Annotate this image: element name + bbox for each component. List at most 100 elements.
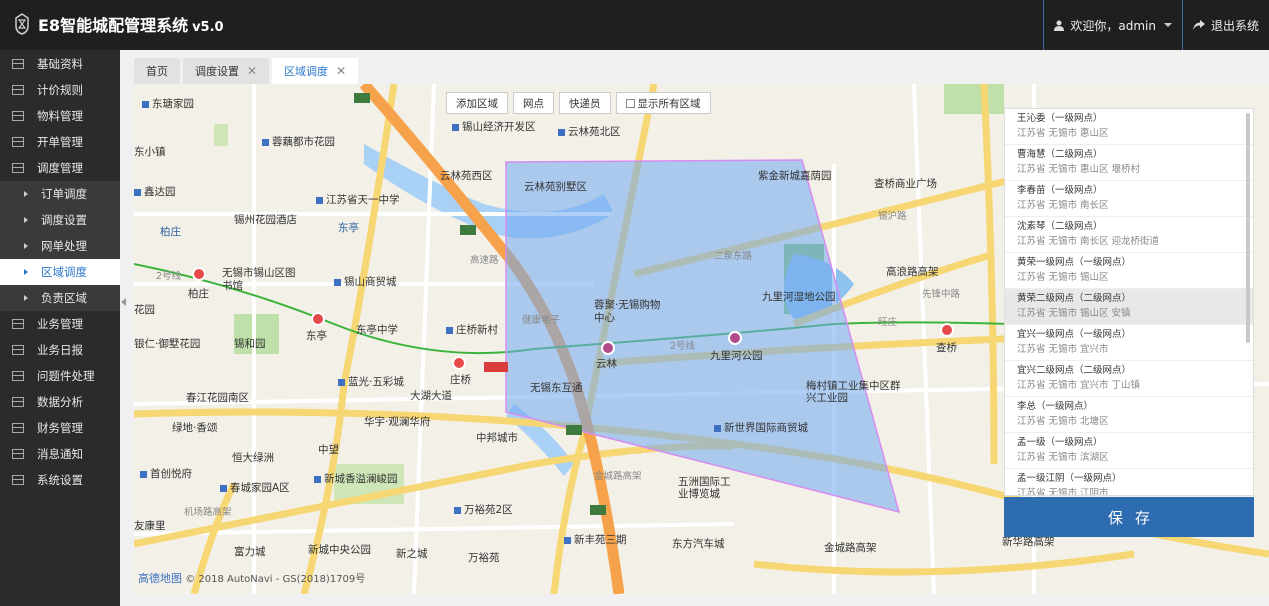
metro-station-icon[interactable] — [940, 323, 954, 337]
close-icon[interactable]: ✕ — [336, 64, 346, 78]
tab-label: 调度设置 — [195, 65, 239, 78]
sidebar-subitem-order-dispatch[interactable]: 订单调度 — [0, 181, 120, 207]
map-label-text: 新城香溢澜峻园 — [324, 473, 398, 485]
sidebar-collapse-handle[interactable] — [121, 298, 126, 306]
map-label: 九里河公园 — [710, 348, 763, 363]
list-item[interactable]: 沈素琴（二级网点） 江苏省 无锡市 南长区 迎龙桥街道 — [1005, 217, 1253, 253]
list-item[interactable]: 李总（一级网点） 江苏省 无锡市 北塘区 — [1005, 397, 1253, 433]
user-menu[interactable]: 欢迎你，admin — [1043, 0, 1182, 50]
map-label-text: 花园 — [134, 304, 155, 316]
map-label: 新丰苑三期 — [564, 532, 627, 547]
add-area-label: 添加区域 — [456, 97, 498, 110]
sidebar-item-finance[interactable]: 财务管理 — [0, 415, 120, 441]
network-point-button[interactable]: 网点 — [513, 92, 554, 114]
list-item[interactable]: 宜兴一级网点（一级网点） 江苏省 无锡市 宜兴市 — [1005, 325, 1253, 361]
sidebar-item-label: 区域调度 — [41, 265, 87, 279]
network-point-location: 江苏省 无锡市 宜兴市 — [1017, 344, 1109, 355]
map-label-text: 中望 — [318, 444, 339, 456]
list-item[interactable]: 曹海慧（二级网点） 江苏省 无锡市 惠山区 堰桥村 — [1005, 145, 1253, 181]
map-label: 东亭 — [338, 220, 359, 235]
map-label-text: 新丰苑三期 — [574, 534, 627, 546]
sidebar-item-system-settings[interactable]: 系统设置 — [0, 467, 120, 493]
sidebar-item-label: 物料管理 — [37, 109, 83, 123]
sidebar-subitem-responsible-area[interactable]: 负责区域 — [0, 285, 120, 311]
poi-icon — [220, 484, 227, 492]
table-icon — [12, 345, 24, 355]
list-item[interactable]: 宜兴二级网点（二级网点） 江苏省 无锡市 宜兴市 丁山镇 — [1005, 361, 1253, 397]
close-icon[interactable]: ✕ — [247, 64, 257, 78]
map-label: 金城路高架 — [594, 468, 642, 482]
show-all-areas-checkbox[interactable]: 显示所有区域 — [615, 92, 711, 114]
save-button[interactable]: 保存 — [1004, 497, 1254, 537]
map-label-text: 新城中央公园 — [308, 544, 371, 556]
list-item[interactable]: 孟一级江阴（一级网点） 江苏省 无锡市 江阴市 — [1005, 469, 1253, 495]
map-label: 锡山商贸城 — [334, 274, 397, 289]
checkbox-icon[interactable] — [625, 98, 635, 108]
sidebar-item-problem-items[interactable]: 问题件处理 — [0, 363, 120, 389]
poi-icon — [140, 470, 147, 478]
map-label: 东方汽车城 — [672, 536, 725, 551]
chevron-right-icon — [24, 295, 28, 301]
sidebar-item-label: 订单调度 — [41, 187, 87, 201]
add-area-button[interactable]: 添加区域 — [446, 92, 508, 114]
sidebar-item-pricing[interactable]: 计价规则 — [0, 77, 120, 103]
table-icon — [12, 85, 24, 95]
list-item[interactable]: 孟一级（一级网点） 江苏省 无锡市 滨湖区 — [1005, 433, 1253, 469]
tab-dispatch-settings[interactable]: 调度设置 ✕ — [183, 58, 270, 84]
network-point-name: 宜兴二级网点（二级网点） — [1017, 365, 1132, 376]
metro-station-icon[interactable] — [311, 312, 325, 326]
map-label: 五洲国际工业博览城 — [678, 476, 738, 500]
list-item[interactable]: 王沁委（一级网点） 江苏省 无锡市 惠山区 — [1005, 109, 1253, 145]
tab-home[interactable]: 首页 — [134, 58, 180, 84]
sidebar-item-dispatch[interactable]: 调度管理 — [0, 155, 120, 181]
sidebar-item-business[interactable]: 业务管理 — [0, 311, 120, 337]
sidebar-item-analytics[interactable]: 数据分析 — [0, 389, 120, 415]
map-label-text: 2号线 — [156, 271, 182, 282]
sidebar-subitem-area-dispatch[interactable]: 区域调度 — [0, 259, 120, 285]
map-label: 云林苑北区 — [558, 124, 621, 139]
map-label: 机场路高架 — [184, 504, 232, 518]
sidebar-item-notifications[interactable]: 消息通知 — [0, 441, 120, 467]
map-label-text: 2号线 — [670, 341, 696, 352]
metro-station-icon[interactable] — [192, 267, 206, 281]
map-label: 锡山经济开发区 — [452, 119, 536, 134]
map-label-text: 东方汽车城 — [672, 538, 725, 550]
network-point-location: 江苏省 无锡市 锡山区 安镇 — [1017, 308, 1131, 319]
map-label: 东亭中学 — [356, 322, 398, 337]
sidebar-subitem-dispatch-settings[interactable]: 调度设置 — [0, 207, 120, 233]
network-point-name: 黄荣一级网点（一级网点） — [1017, 257, 1132, 268]
sidebar-item-label: 调度设置 — [41, 213, 87, 227]
metro-station-icon[interactable] — [601, 341, 615, 355]
map-label-text: 春城家园A区 — [230, 482, 290, 494]
map-label: 金城路高架 — [824, 540, 877, 555]
sidebar-item-basic-data[interactable]: 基础资料 — [0, 51, 120, 77]
save-label: 保存 — [1107, 508, 1162, 527]
metro-station-icon[interactable] — [728, 331, 742, 345]
tab-area-dispatch[interactable]: 区域调度 ✕ — [272, 58, 359, 84]
network-point-location: 江苏省 无锡市 宜兴市 丁山镇 — [1017, 380, 1141, 391]
courier-button[interactable]: 快递员 — [559, 92, 611, 114]
map-label: 查桥商业广场 — [874, 176, 937, 191]
map-label-text: 紫金新城嘉荫园 — [758, 170, 832, 182]
map-toolbar: 添加区域 网点 快递员 显示所有区域 — [446, 92, 716, 114]
network-point-location: 江苏省 无锡市 惠山区 — [1017, 128, 1109, 139]
map-label-text: 金城路高架 — [824, 542, 877, 554]
poi-icon — [454, 506, 461, 514]
list-item-selected[interactable]: 黄荣二级网点（二级网点） 江苏省 无锡市 锡山区 安镇 — [1005, 289, 1253, 325]
metro-station-icon[interactable] — [452, 356, 466, 370]
poi-icon — [314, 475, 321, 483]
sidebar-subitem-online-orders[interactable]: 网单处理 — [0, 233, 120, 259]
network-point-name: 宜兴一级网点（一级网点） — [1017, 329, 1132, 340]
logout-button[interactable]: 退出系统 — [1181, 0, 1269, 50]
map-label: 健康电子 — [522, 312, 560, 326]
list-item[interactable]: 李春苗（一级网点） 江苏省 无锡市 南长区 — [1005, 181, 1253, 217]
sidebar-item-orders[interactable]: 开单管理 — [0, 129, 120, 155]
map-label: 友康里 — [134, 518, 166, 533]
sidebar-item-materials[interactable]: 物料管理 — [0, 103, 120, 129]
poi-icon — [564, 536, 571, 544]
network-point-list[interactable]: 王沁委（一级网点） 江苏省 无锡市 惠山区 曹海慧（二级网点） 江苏省 无锡市 惠山… — [1004, 108, 1254, 496]
scrollbar[interactable] — [1246, 113, 1250, 343]
map-copyright-text: © 2018 AutoNavi - GS(2018)1709号 — [185, 574, 366, 585]
sidebar-item-daily-report[interactable]: 业务日报 — [0, 337, 120, 363]
list-item[interactable]: 黄荣一级网点（一级网点） 江苏省 无锡市 锡山区 — [1005, 253, 1253, 289]
